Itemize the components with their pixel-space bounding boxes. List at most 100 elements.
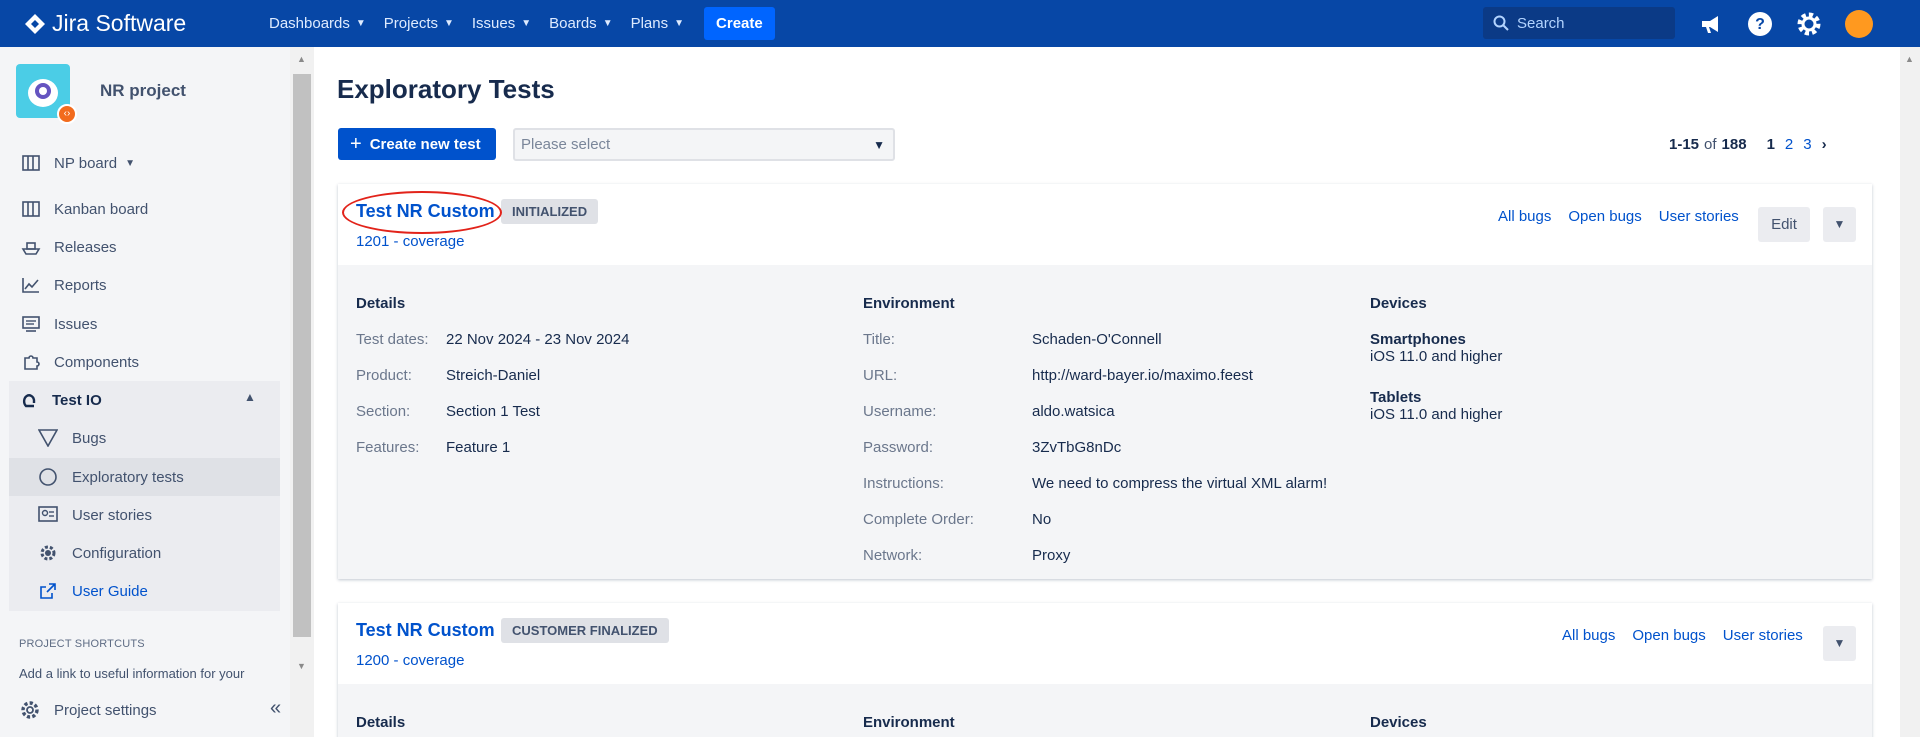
expand-chevron-icon[interactable]: ▼ bbox=[1823, 626, 1856, 661]
button-label: Create new test bbox=[369, 135, 481, 153]
detail-key: Section: bbox=[356, 403, 411, 420]
detail-row: Product: Streich-Daniel bbox=[356, 367, 540, 384]
nav-menu: Dashboards ▼ Projects ▼ Issues ▼ Boards ▼ Pl… bbox=[269, 7, 775, 40]
detail-value: Section 1 Test bbox=[446, 403, 540, 420]
env-key: Password: bbox=[863, 439, 934, 456]
all-bugs-link[interactable]: All bugs bbox=[1498, 208, 1551, 225]
gear-icon[interactable] bbox=[1795, 10, 1823, 38]
sidebar-item-releases[interactable]: Releases bbox=[20, 235, 117, 259]
chevron-down-icon: ▼ bbox=[355, 18, 366, 29]
search-input[interactable]: Search bbox=[1483, 7, 1675, 39]
group-label: Test IO bbox=[52, 391, 102, 409]
puzzle-icon bbox=[20, 351, 42, 373]
id-card-icon bbox=[37, 504, 59, 526]
testio-icon bbox=[18, 389, 40, 411]
env-row: Username: aldo.watsica bbox=[863, 403, 1115, 420]
select-placeholder: Please select bbox=[521, 136, 611, 153]
scroll-up-icon[interactable]: ▲ bbox=[1905, 54, 1914, 64]
nav-label: Boards bbox=[549, 15, 597, 32]
env-key: URL: bbox=[863, 367, 898, 384]
env-value: Proxy bbox=[1032, 547, 1071, 564]
sidebar-item-components[interactable]: Components bbox=[20, 350, 139, 374]
env-value: aldo.watsica bbox=[1032, 403, 1115, 420]
chevron-up-icon: ▲ bbox=[244, 390, 256, 404]
nav-projects[interactable]: Projects ▼ bbox=[384, 15, 454, 32]
page-title: Exploratory Tests bbox=[337, 74, 555, 104]
env-value: 3ZvTbG8nDc bbox=[1032, 439, 1122, 456]
scroll-up-icon[interactable]: ▲ bbox=[297, 54, 306, 64]
pager-of: of bbox=[1704, 136, 1717, 153]
megaphone-icon[interactable] bbox=[1697, 10, 1725, 38]
page-3-link[interactable]: 3 bbox=[1803, 136, 1811, 153]
collapse-sidebar-icon[interactable]: « bbox=[270, 697, 281, 720]
sidebar-item-reports[interactable]: Reports bbox=[20, 273, 107, 297]
triangle-icon bbox=[37, 427, 59, 449]
coverage-link[interactable]: 1201 - coverage bbox=[356, 233, 464, 250]
page-2-link[interactable]: 2 bbox=[1785, 136, 1793, 153]
project-settings-link[interactable]: Project settings bbox=[20, 700, 157, 720]
page-scrollbar[interactable]: ▲ bbox=[1900, 47, 1920, 737]
env-row: Instructions: We need to compress the vir… bbox=[863, 475, 1327, 492]
device-entry: Smartphones iOS 11.0 and higher bbox=[1370, 331, 1502, 365]
filter-select[interactable]: Please select ▼ bbox=[513, 128, 895, 161]
env-row: Complete Order: No bbox=[863, 511, 1051, 528]
open-bugs-link[interactable]: Open bugs bbox=[1632, 627, 1705, 644]
edit-button[interactable]: Edit bbox=[1758, 207, 1810, 242]
sidebar-item-label: Configuration bbox=[72, 544, 162, 562]
sidebar-item-bugs[interactable]: Bugs bbox=[37, 426, 106, 450]
top-navigation: Jira Software Dashboards ▼ Projects ▼ Issu… bbox=[0, 0, 1920, 47]
user-stories-link[interactable]: User stories bbox=[1659, 208, 1739, 225]
nav-issues[interactable]: Issues ▼ bbox=[472, 15, 531, 32]
coverage-link[interactable]: 1200 - coverage bbox=[356, 652, 464, 669]
sidebar-item-exploratory-tests[interactable]: Exploratory tests bbox=[37, 465, 184, 489]
sidebar-item-user-guide[interactable]: User Guide bbox=[37, 579, 148, 603]
status-badge: INITIALIZED bbox=[501, 199, 599, 224]
sidebar-item-issues[interactable]: Issues bbox=[20, 312, 97, 336]
next-page-icon[interactable]: › bbox=[1822, 136, 1827, 153]
project-avatar: ‹› bbox=[16, 64, 77, 124]
open-bugs-link[interactable]: Open bugs bbox=[1568, 208, 1641, 225]
all-bugs-link[interactable]: All bugs bbox=[1562, 627, 1615, 644]
project-header[interactable]: ‹› NR project bbox=[16, 64, 186, 124]
sidebar-item-configuration[interactable]: Configuration bbox=[37, 541, 161, 565]
test-card: Test NR Custom INITIALIZED 1201 - covera… bbox=[338, 184, 1872, 579]
scroll-down-icon[interactable]: ▼ bbox=[297, 661, 306, 671]
settings-label: Project settings bbox=[54, 701, 157, 719]
detail-value: Feature 1 bbox=[446, 439, 511, 456]
detail-value: 22 Nov 2024 - 23 Nov 2024 bbox=[446, 331, 630, 348]
board-selector[interactable]: NP board ▼ bbox=[20, 151, 135, 175]
devices-heading: Devices bbox=[1370, 295, 1427, 312]
chevron-down-icon: ▼ bbox=[674, 18, 685, 29]
create-new-test-button[interactable]: + Create new test bbox=[338, 128, 496, 160]
sidebar-item-kanban[interactable]: Kanban board bbox=[20, 197, 148, 221]
sidebar-group-test-io[interactable]: Test IO ▲ bbox=[18, 388, 258, 412]
chevron-down-icon: ▼ bbox=[873, 138, 885, 152]
chevron-down-icon: ▼ bbox=[125, 157, 136, 169]
gear-icon bbox=[21, 701, 39, 719]
kanban-icon bbox=[20, 198, 42, 220]
test-title-link[interactable]: Test NR Custom bbox=[356, 620, 495, 641]
env-key: Complete Order: bbox=[863, 511, 974, 528]
sidebar-item-label: User stories bbox=[72, 506, 153, 524]
page-1-link[interactable]: 1 bbox=[1767, 136, 1775, 153]
chart-icon bbox=[20, 274, 42, 296]
expand-chevron-icon[interactable]: ▼ bbox=[1823, 207, 1856, 242]
nav-dashboards[interactable]: Dashboards ▼ bbox=[269, 15, 366, 32]
sidebar-item-label: Kanban board bbox=[54, 200, 149, 218]
create-button[interactable]: Create bbox=[704, 7, 775, 40]
issues-icon bbox=[20, 313, 42, 335]
nav-boards[interactable]: Boards ▼ bbox=[549, 15, 612, 32]
jira-logo[interactable]: Jira Software bbox=[24, 10, 244, 37]
user-stories-link[interactable]: User stories bbox=[1723, 627, 1803, 644]
sidebar-scrollbar[interactable]: ▲ ▼ bbox=[290, 47, 314, 737]
card-links: All bugs Open bugs User stories bbox=[1498, 208, 1756, 225]
user-avatar[interactable] bbox=[1845, 10, 1873, 38]
test-io-group bbox=[9, 381, 280, 611]
sidebar-item-user-stories[interactable]: User stories bbox=[37, 503, 152, 527]
total-count: 188 bbox=[1721, 136, 1747, 153]
card-body: Details Environment Devices bbox=[338, 684, 1872, 737]
scrollbar-thumb[interactable] bbox=[293, 74, 311, 637]
nav-plans[interactable]: Plans ▼ bbox=[631, 15, 684, 32]
help-icon[interactable]: ? bbox=[1746, 10, 1774, 38]
gear-icon bbox=[37, 542, 59, 564]
